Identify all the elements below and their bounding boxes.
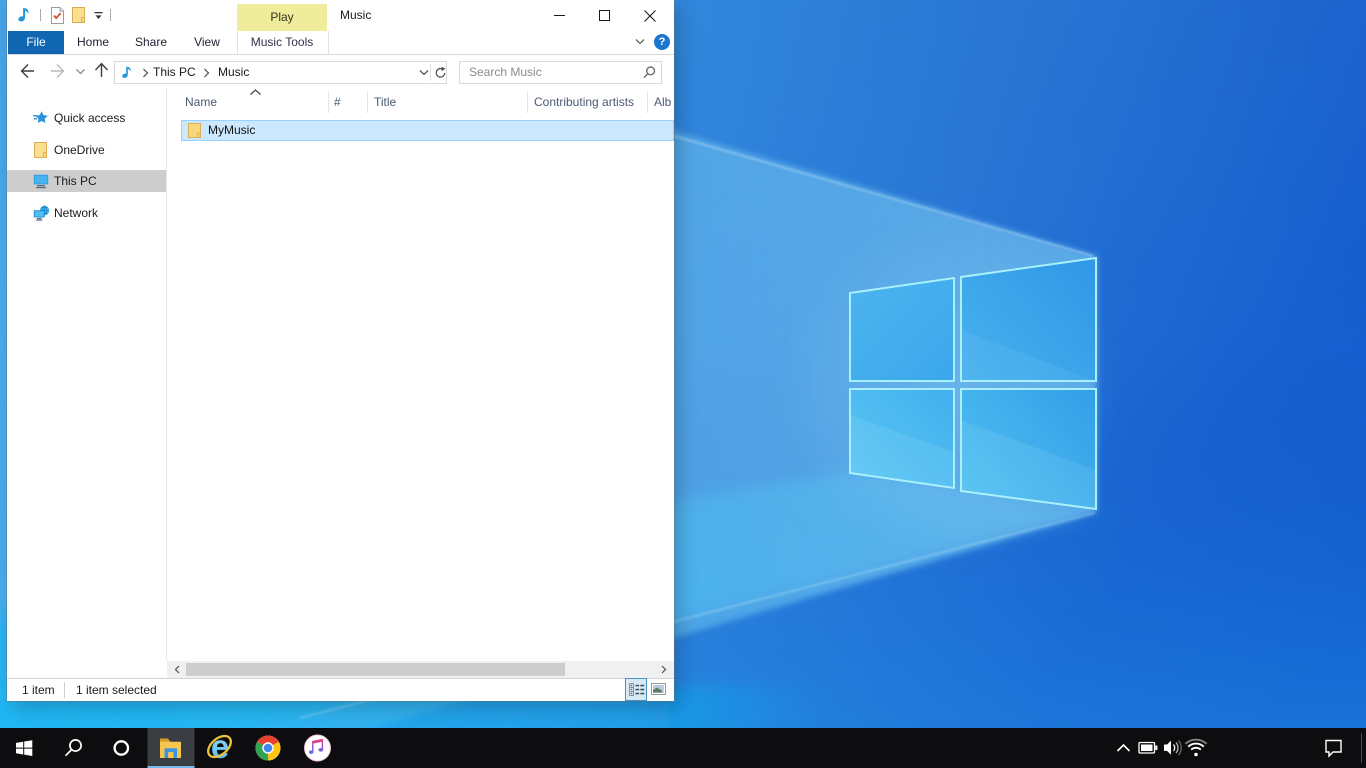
svg-text:e: e [211,728,229,765]
